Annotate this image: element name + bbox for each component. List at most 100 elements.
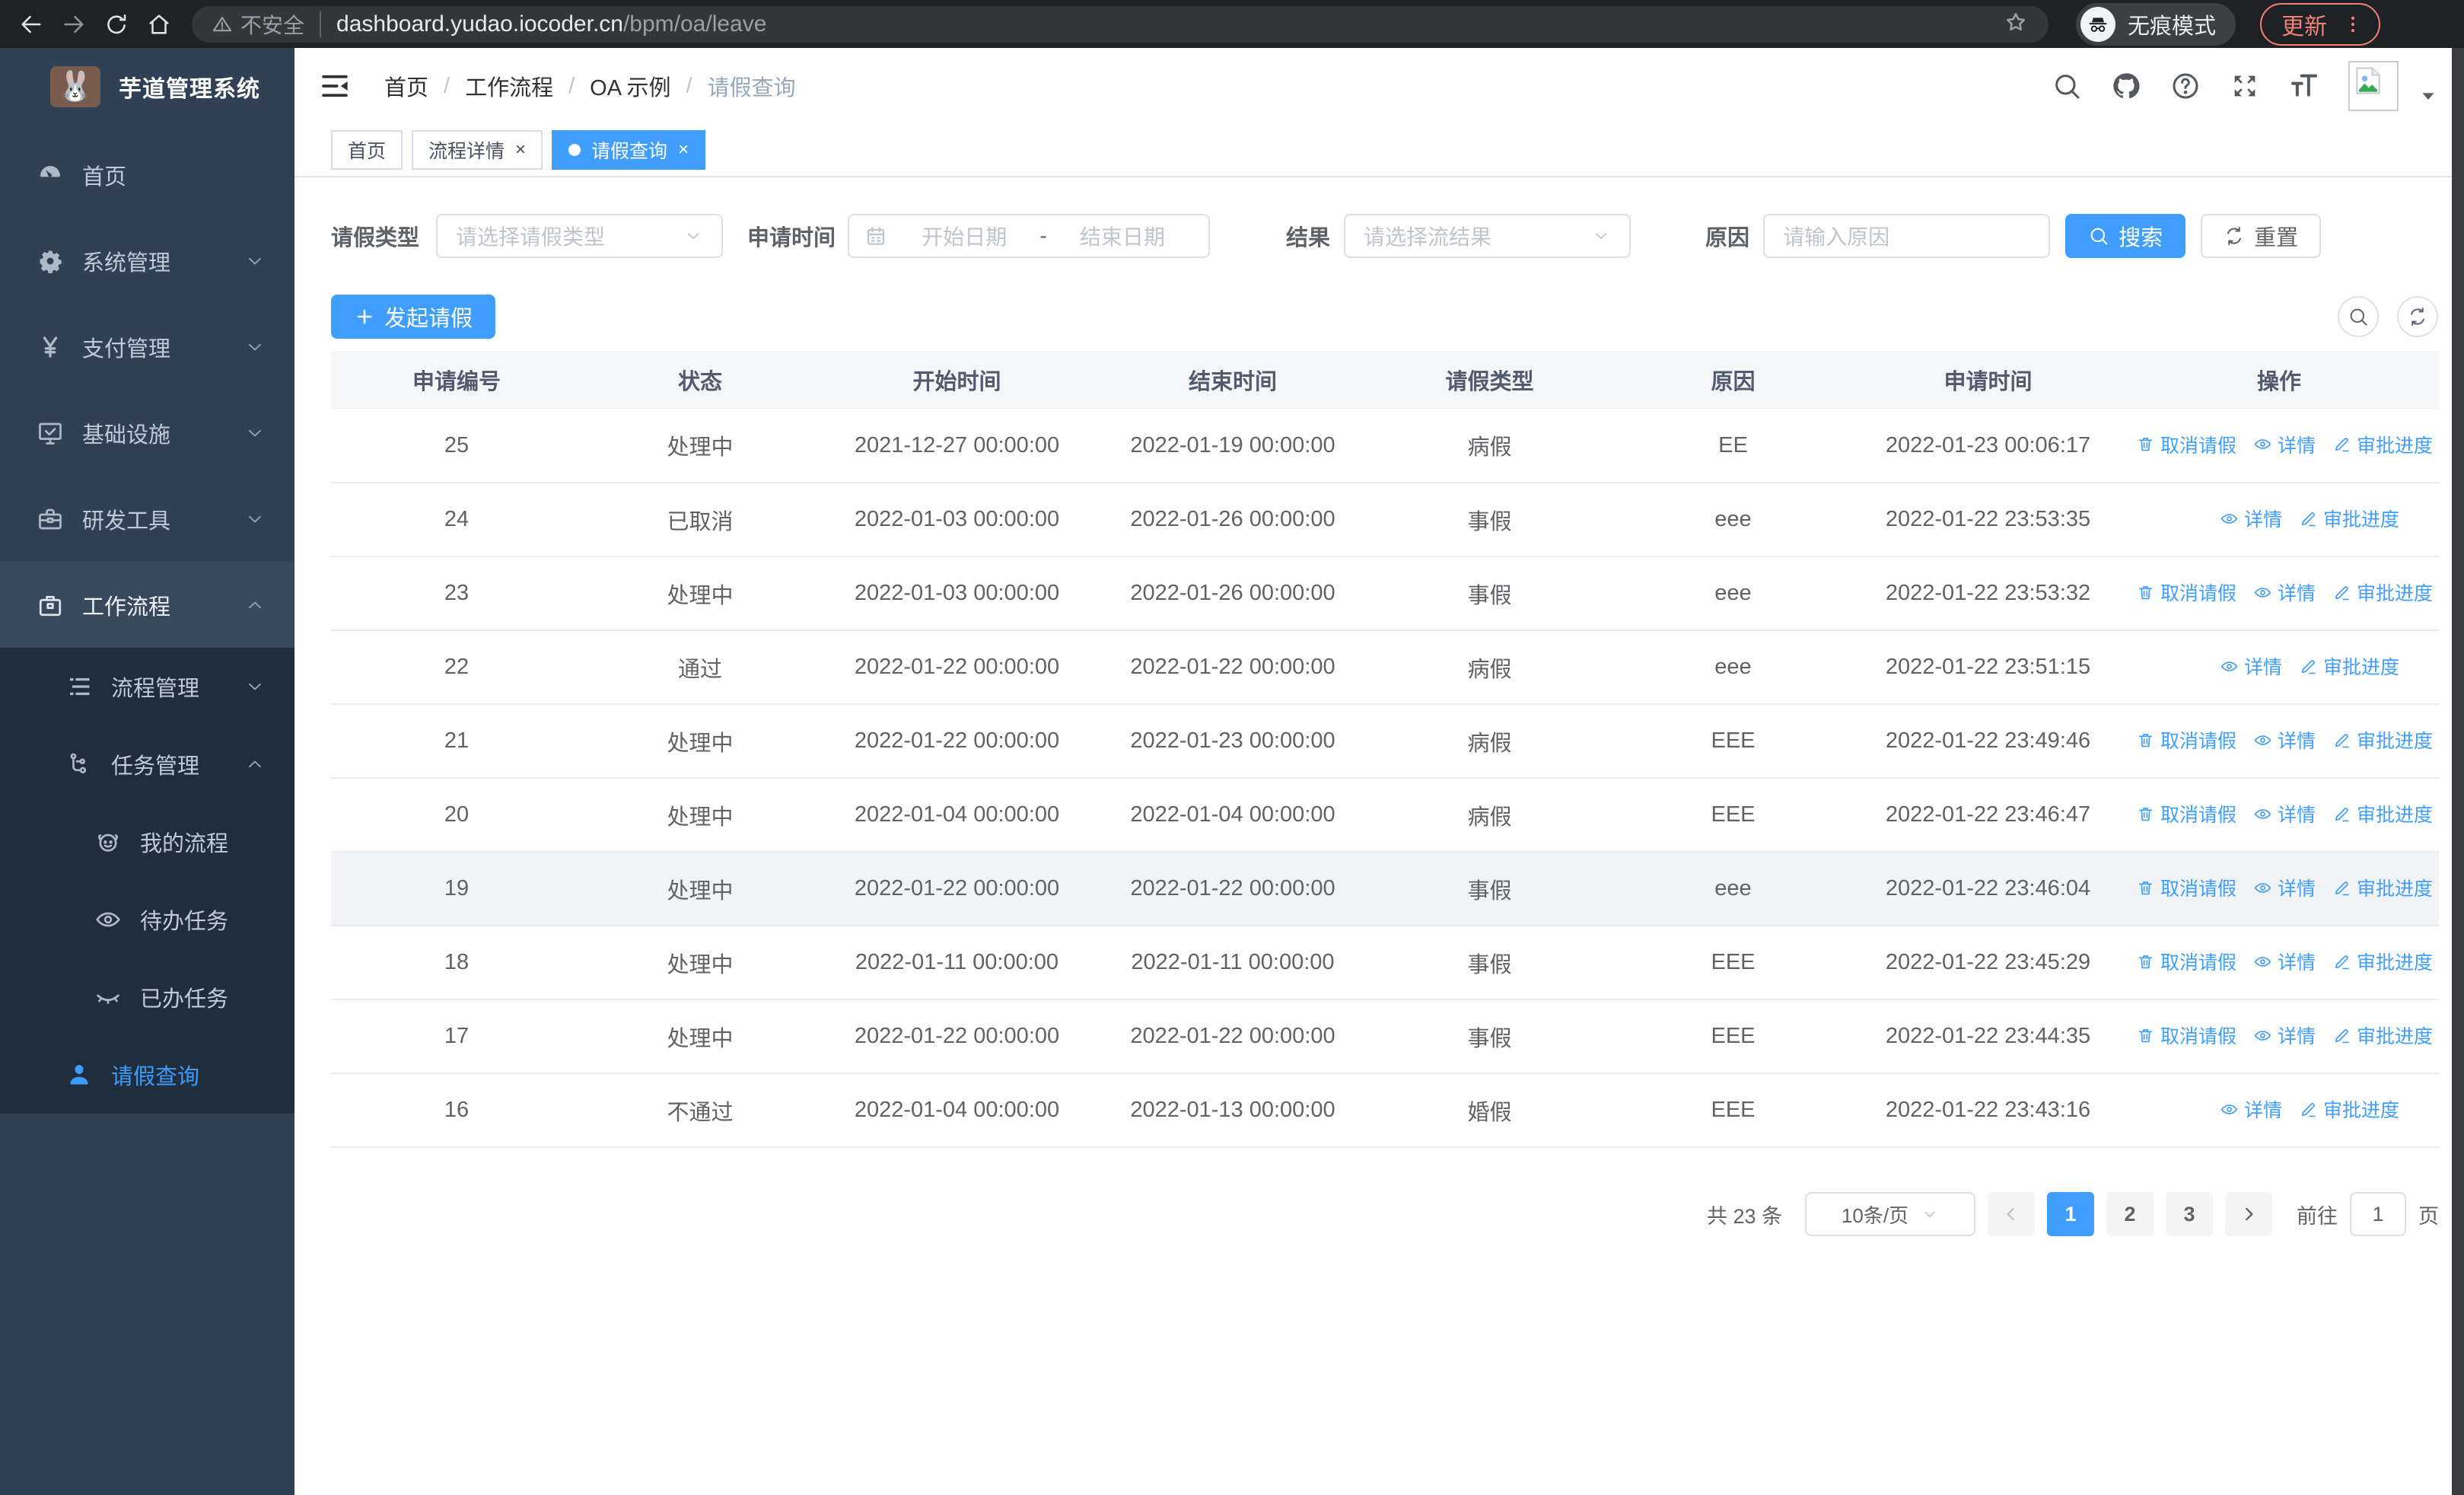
- page-button-3[interactable]: 3: [2166, 1192, 2213, 1236]
- action-详情[interactable]: 详情: [2253, 579, 2316, 606]
- help-icon[interactable]: [2170, 71, 2201, 101]
- table-row: 21 处理中 2022-01-22 00:00:00 2022-01-23 00:00…: [331, 704, 2439, 779]
- breadcrumb-item[interactable]: 工作流程: [465, 70, 553, 102]
- table-cell: 2022-01-22 23:44:35: [1857, 999, 2119, 1074]
- font-size-icon[interactable]: [2289, 71, 2319, 101]
- github-icon[interactable]: [2111, 71, 2141, 101]
- home-icon[interactable]: [142, 7, 177, 42]
- page-button-1[interactable]: 1: [2047, 1192, 2094, 1236]
- action-详情[interactable]: 详情: [2220, 652, 2282, 680]
- start-date-input[interactable]: 开始日期: [893, 221, 1035, 251]
- sidebar-item-payment-management[interactable]: 支付管理: [0, 304, 294, 390]
- kebab-menu-icon[interactable]: [2342, 14, 2364, 35]
- screen: 不安全 dashboard.yudao.iocoder.cn/bpm/oa/le…: [0, 0, 2464, 1495]
- prev-page-button[interactable]: [1988, 1192, 2035, 1236]
- sidebar-item-task-management[interactable]: 任务管理: [0, 725, 294, 803]
- result-select[interactable]: 请选择流结果: [1344, 214, 1632, 258]
- action-详情[interactable]: 详情: [2253, 431, 2316, 458]
- show-search-button[interactable]: [2338, 296, 2379, 337]
- sidebar-menu: 首页 系统管理 支付管理 基础设施 研发工具 工作流程 流程管理 任务管理 我的流程 待办任务 已办…: [0, 132, 294, 1114]
- sidebar-item-my-process[interactable]: 我的流程: [0, 803, 294, 881]
- close-icon[interactable]: ×: [678, 141, 689, 159]
- action-详情[interactable]: 详情: [2220, 505, 2282, 532]
- close-icon[interactable]: ×: [515, 141, 526, 159]
- avatar[interactable]: [2348, 61, 2399, 111]
- table-cell: 16: [331, 1073, 582, 1148]
- forward-icon[interactable]: [56, 7, 91, 42]
- sidebar-item-infrastructure[interactable]: 基础设施: [0, 390, 294, 476]
- action-审批进度[interactable]: 审批进度: [2299, 1095, 2399, 1123]
- action-审批进度[interactable]: 审批进度: [2299, 652, 2399, 680]
- table-cell: 事假: [1370, 852, 1609, 926]
- fullscreen-icon[interactable]: [2230, 71, 2260, 101]
- action-审批进度[interactable]: 审批进度: [2332, 800, 2433, 827]
- action-取消请假[interactable]: 取消请假: [2136, 1022, 2236, 1049]
- table-row: 19 处理中 2022-01-22 00:00:00 2022-01-22 00:00…: [331, 852, 2439, 926]
- sidebar-item-done-tasks[interactable]: 已办任务: [0, 958, 294, 1036]
- search-button[interactable]: 搜索: [2065, 214, 2186, 258]
- create-leave-button[interactable]: 发起请假: [331, 295, 496, 339]
- app-logo[interactable]: 🐰 芋道管理系统: [0, 48, 294, 123]
- action-取消请假[interactable]: 取消请假: [2136, 726, 2236, 754]
- action-详情[interactable]: 详情: [2253, 874, 2316, 901]
- refresh-table-button[interactable]: [2397, 296, 2438, 337]
- back-icon[interactable]: [14, 7, 49, 42]
- reload-icon[interactable]: [99, 7, 134, 42]
- action-详情[interactable]: 详情: [2253, 948, 2316, 975]
- reset-button[interactable]: 重置: [2201, 214, 2322, 258]
- action-取消请假[interactable]: 取消请假: [2136, 800, 2236, 827]
- sidebar-item-todo-tasks[interactable]: 待办任务: [0, 881, 294, 958]
- browser-scrollbar[interactable]: [2452, 48, 2464, 1495]
- bookmark-star-icon[interactable]: [2003, 9, 2029, 39]
- sidebar-item-home[interactable]: 首页: [0, 132, 294, 218]
- action-审批进度[interactable]: 审批进度: [2332, 1022, 2433, 1049]
- action-详情[interactable]: 详情: [2253, 800, 2316, 827]
- browser-update-button[interactable]: 更新: [2260, 2, 2381, 46]
- tab-home[interactable]: 首页: [331, 130, 403, 170]
- end-date-input[interactable]: 结束日期: [1052, 221, 1193, 251]
- goto-page-input[interactable]: 1: [2350, 1192, 2406, 1236]
- action-审批进度[interactable]: 审批进度: [2332, 874, 2433, 901]
- pen-icon: [2332, 1026, 2351, 1045]
- page-size-select[interactable]: 10条/页: [1805, 1192, 1975, 1236]
- sidebar-collapse-icon[interactable]: [319, 70, 351, 102]
- breadcrumb-item[interactable]: 首页: [384, 70, 428, 102]
- reason-input[interactable]: 请输入原因: [1763, 214, 2051, 258]
- action-审批进度[interactable]: 审批进度: [2332, 431, 2433, 458]
- action-取消请假[interactable]: 取消请假: [2136, 579, 2236, 606]
- action-详情[interactable]: 详情: [2253, 1022, 2316, 1049]
- action-详情[interactable]: 详情: [2220, 1095, 2282, 1123]
- action-审批进度[interactable]: 审批进度: [2299, 505, 2399, 532]
- detail-eye-icon: [2220, 509, 2239, 528]
- action-取消请假[interactable]: 取消请假: [2136, 948, 2236, 975]
- sidebar-item-leave-query[interactable]: 请假查询: [0, 1036, 294, 1114]
- sidebar-item-system-management[interactable]: 系统管理: [0, 218, 294, 304]
- sidebar-item-process-management[interactable]: 流程管理: [0, 648, 294, 725]
- action-审批进度[interactable]: 审批进度: [2332, 579, 2433, 606]
- action-审批进度[interactable]: 审批进度: [2332, 948, 2433, 975]
- action-详情[interactable]: 详情: [2253, 726, 2316, 754]
- chevron-down-icon: [244, 508, 266, 530]
- next-page-button[interactable]: [2225, 1192, 2272, 1236]
- table-cell: 2022-01-11 00:00:00: [1096, 926, 1370, 1000]
- breadcrumb-item[interactable]: OA 示例: [590, 70, 670, 102]
- avatar-caret-down-icon[interactable]: [2418, 86, 2438, 106]
- apply-time-range-picker[interactable]: 开始日期 - 结束日期: [848, 214, 1211, 258]
- tab-process-detail[interactable]: 流程详情 ×: [412, 130, 543, 170]
- pen-icon: [2332, 731, 2351, 750]
- security-indicator[interactable]: 不安全: [212, 11, 322, 37]
- sidebar-item-workflow[interactable]: 工作流程: [0, 562, 294, 648]
- leave-type-select[interactable]: 请选择请假类型: [436, 214, 724, 258]
- action-取消请假[interactable]: 取消请假: [2136, 431, 2236, 458]
- action-取消请假[interactable]: 取消请假: [2136, 874, 2236, 901]
- table-cell: eee: [1609, 630, 1857, 705]
- table-cell: 2022-01-22 23:43:16: [1857, 1073, 2119, 1148]
- sidebar-item-dev-tools[interactable]: 研发工具: [0, 476, 294, 562]
- address-bar[interactable]: 不安全 dashboard.yudao.iocoder.cn/bpm/oa/le…: [192, 5, 2049, 43]
- page-button-2[interactable]: 2: [2106, 1192, 2154, 1236]
- list-icon: [65, 673, 93, 700]
- action-审批进度[interactable]: 审批进度: [2332, 726, 2433, 754]
- table-toolbar: 发起请假: [331, 295, 2464, 339]
- search-icon[interactable]: [2052, 71, 2082, 101]
- tab-leave-query[interactable]: 请假查询 ×: [552, 130, 706, 170]
